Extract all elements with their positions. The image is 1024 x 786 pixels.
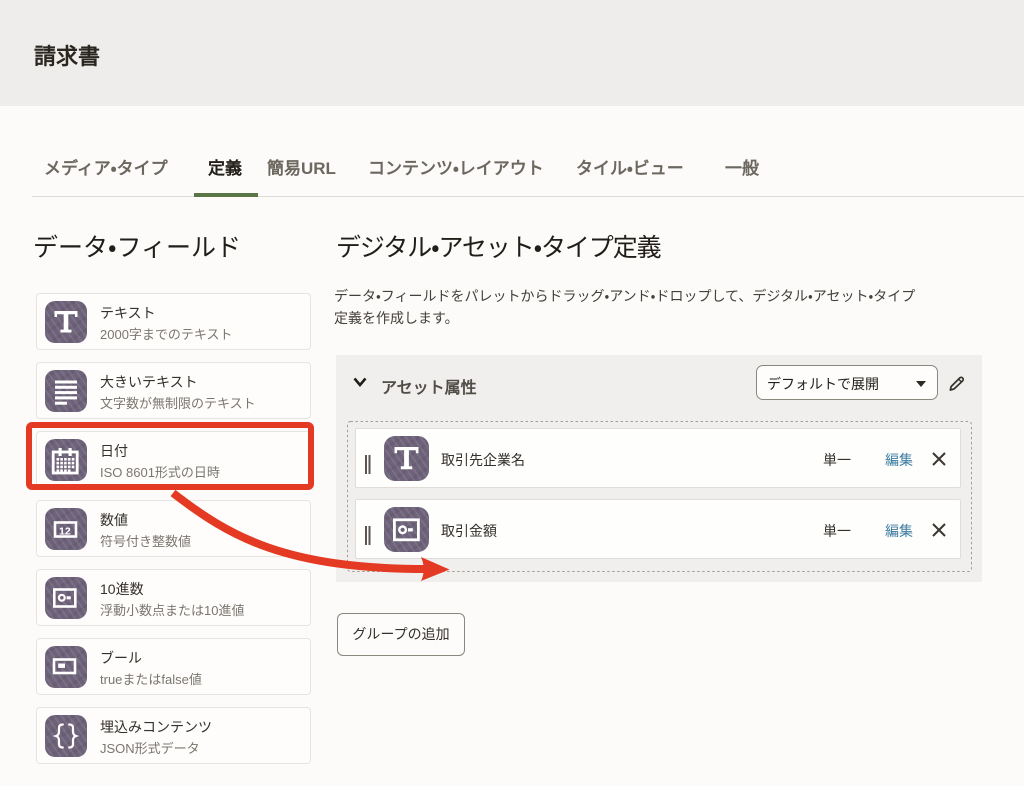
svg-text:12: 12 [59,526,71,538]
